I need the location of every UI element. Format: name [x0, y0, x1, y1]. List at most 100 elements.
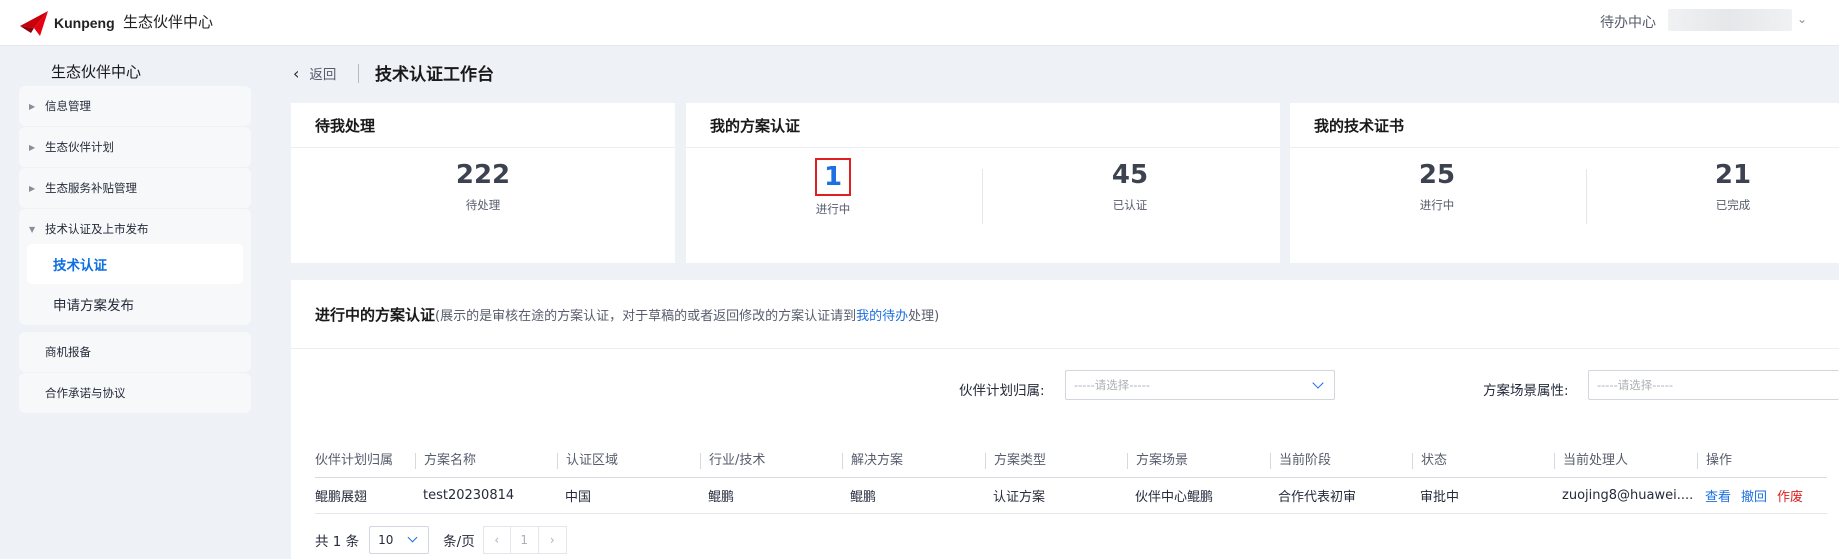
- menu-group-agreements[interactable]: 合作承诺与协议: [19, 373, 251, 413]
- select-placeholder: -----请选择-----: [1597, 378, 1673, 392]
- menu-group-subsidy[interactable]: ▶ 生态服务补贴管理: [19, 168, 251, 208]
- cell: 鲲鹏: [700, 477, 842, 514]
- menu-group-partner-plan[interactable]: ▶ 生态伙伴计划: [19, 127, 251, 167]
- stat-cert-done[interactable]: 21 已完成: [1633, 158, 1833, 213]
- stat-cert-in-progress[interactable]: 25 进行中: [1337, 158, 1537, 213]
- stat-value: 1: [814, 158, 852, 196]
- card-title: 我的技术证书: [1290, 103, 1839, 148]
- sidebar: 生态伙伴中心 ▶ 信息管理 ▶ 生态伙伴计划 ▶ 生态服务补贴管理 ▼ 技术认证…: [0, 46, 268, 559]
- cell: 鲲鹏: [842, 477, 985, 514]
- card-tech-cert: 我的技术证书 25 进行中 21 已完成: [1290, 103, 1839, 263]
- kunpeng-logo[interactable]: Kunpeng: [18, 6, 115, 40]
- menu-head-subsidy[interactable]: ▶ 生态服务补贴管理: [19, 168, 251, 208]
- col-header[interactable]: 认证区域: [557, 445, 700, 478]
- back-label: 返回: [309, 67, 337, 83]
- caret-right-icon: ▶: [29, 101, 36, 111]
- caret-right-icon: ▶: [29, 142, 36, 152]
- menu-head-agreements[interactable]: 合作承诺与协议: [19, 373, 251, 413]
- menu-head-partner-plan[interactable]: ▶ 生态伙伴计划: [19, 127, 251, 167]
- col-header[interactable]: 当前处理人: [1554, 445, 1697, 478]
- actions-cell: 查看 撤回 作废: [1697, 477, 1827, 514]
- panel-title-text: 进行中的方案认证: [315, 306, 436, 324]
- col-header: 操作: [1697, 445, 1827, 478]
- page-number[interactable]: 1: [510, 526, 539, 554]
- view-button[interactable]: 查看: [1705, 490, 1731, 505]
- stat-label: 待处理: [465, 198, 501, 212]
- cell: 伙伴中心鲲鹏: [1127, 477, 1270, 514]
- menu-head-tech-cert[interactable]: ▼ 技术认证及上市发布: [19, 209, 251, 249]
- page-size-unit: 条/页: [443, 534, 475, 550]
- filter-partner-plan-label: 伙伴计划归属:: [959, 383, 1045, 399]
- scenario-select[interactable]: -----请选择-----: [1588, 370, 1839, 400]
- menu-head-opportunity[interactable]: 商机报备: [19, 332, 251, 372]
- col-header[interactable]: 方案场景: [1127, 445, 1270, 478]
- cell: 鲲鹏展翅: [315, 477, 415, 514]
- cert-table: 伙伴计划归属 方案名称 认证区域 行业/技术 解决方案 方案类型 方案场景 当前…: [315, 445, 1827, 514]
- todo-center-link[interactable]: 待办中心: [1600, 12, 1656, 32]
- stat-value: 222: [455, 160, 511, 190]
- stat-value: 21: [1714, 160, 1752, 190]
- withdraw-button[interactable]: 撤回: [1741, 490, 1767, 505]
- col-header[interactable]: 状态: [1412, 445, 1554, 478]
- panel-title: 进行中的方案认证(展示的是审核在途的方案认证，对于草稿的或者返回修改的方案认证请…: [315, 304, 939, 325]
- col-header[interactable]: 伙伴计划归属: [315, 445, 415, 478]
- stat-solution-in-progress[interactable]: 1 进行中: [733, 158, 933, 217]
- stat-label: 进行中: [1419, 198, 1455, 212]
- partner-plan-select[interactable]: -----请选择-----: [1065, 370, 1335, 400]
- pagination: 共 1 条 10 条/页 ‹ 1 ›: [315, 526, 567, 554]
- cell: test20230814: [415, 477, 557, 514]
- stat-label: 已完成: [1715, 198, 1751, 212]
- stat-value: 45: [1111, 160, 1149, 190]
- chevron-down-icon[interactable]: ⌄: [1797, 12, 1807, 26]
- kunpeng-bird-icon: [20, 11, 48, 36]
- menu-head-info[interactable]: ▶ 信息管理: [19, 86, 251, 126]
- my-todo-link[interactable]: 我的待办: [856, 309, 908, 324]
- col-header[interactable]: 解决方案: [842, 445, 985, 478]
- col-header[interactable]: 行业/技术: [700, 445, 842, 478]
- menu-group-info[interactable]: ▶ 信息管理: [19, 86, 251, 126]
- table-header-row: 伙伴计划归属 方案名称 认证区域 行业/技术 解决方案 方案类型 方案场景 当前…: [315, 445, 1827, 478]
- menu-label: 生态伙伴计划: [45, 140, 114, 154]
- page-title: 技术认证工作台: [375, 65, 494, 85]
- sidebar-item-tech-cert[interactable]: 技术认证: [27, 244, 243, 284]
- void-button[interactable]: 作废: [1777, 490, 1803, 505]
- site-title[interactable]: 生态伙伴中心: [123, 11, 213, 32]
- chevron-left-icon: ‹: [293, 63, 300, 83]
- menu-group-tech-cert: ▼ 技术认证及上市发布 技术认证 申请方案发布: [19, 209, 251, 325]
- menu-label: 技术认证及上市发布: [45, 222, 149, 236]
- cell: 审批中: [1412, 477, 1554, 514]
- divider: [291, 348, 1839, 349]
- card-title: 我的方案认证: [686, 103, 1280, 148]
- next-page-button[interactable]: ›: [538, 526, 567, 554]
- chevron-down-icon: [407, 532, 418, 543]
- cell: 合作代表初审: [1270, 477, 1412, 514]
- cell: zuojing8@huawei....: [1554, 477, 1697, 514]
- stat-label: 已认证: [1112, 198, 1148, 212]
- menu-group-opportunity[interactable]: 商机报备: [19, 332, 251, 372]
- sidebar-title: 生态伙伴中心: [51, 63, 142, 81]
- back-button[interactable]: ‹ 返回: [293, 63, 337, 84]
- col-header[interactable]: 方案类型: [985, 445, 1127, 478]
- page-size-value: 10: [378, 533, 394, 547]
- top-bar: Kunpeng 生态伙伴中心 待办中心 ⌄: [0, 0, 1839, 46]
- stat-label: 进行中: [815, 202, 851, 216]
- page-size-select[interactable]: 10: [369, 526, 430, 554]
- user-account-name[interactable]: [1668, 9, 1792, 31]
- desc-prefix: (展示的是审核在途的方案认证，对于草稿的或者返回修改的方案认证请到: [435, 309, 857, 324]
- menu-label: 信息管理: [45, 99, 91, 113]
- prev-page-button[interactable]: ‹: [482, 526, 511, 554]
- select-placeholder: -----请选择-----: [1074, 378, 1150, 392]
- stat-solution-certified[interactable]: 45 已认证: [1030, 158, 1230, 213]
- col-header[interactable]: 当前阶段: [1270, 445, 1412, 478]
- stat-pending[interactable]: 222 待处理: [383, 158, 583, 213]
- card-solution-cert: 我的方案认证 1 进行中 45 已认证: [686, 103, 1280, 263]
- card-pending: 待我处理 222 待处理: [291, 103, 675, 263]
- divider: [358, 64, 359, 83]
- table-row[interactable]: 鲲鹏展翅 test20230814 中国 鲲鹏 鲲鹏 认证方案 伙伴中心鲲鹏 合…: [315, 477, 1827, 514]
- divider: [982, 169, 983, 224]
- sidebar-item-apply-release[interactable]: 申请方案发布: [27, 284, 243, 324]
- caret-right-icon: ▶: [29, 183, 36, 193]
- col-header[interactable]: 方案名称: [415, 445, 557, 478]
- card-title: 待我处理: [291, 103, 675, 148]
- cell: 认证方案: [985, 477, 1127, 514]
